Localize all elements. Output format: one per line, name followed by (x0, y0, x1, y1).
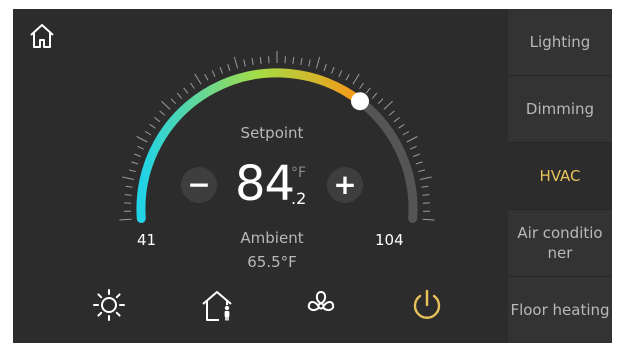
sidebar-item-label: HVAC (539, 167, 581, 185)
setpoint-decimal: .2 (291, 189, 307, 208)
home-person-icon[interactable] (197, 285, 237, 325)
ambient-value: 65.5°F (247, 253, 297, 271)
dial-tick (211, 70, 216, 78)
setpoint-knob[interactable] (351, 92, 369, 111)
plus-icon: + (333, 168, 357, 201)
dial-tick (345, 73, 350, 81)
dial-tick (323, 64, 327, 71)
dial-tick (251, 58, 254, 66)
dial-tick (422, 218, 435, 221)
setpoint-unit: °F (291, 165, 307, 181)
hvac-panel: Setpoint − 84 °F .2 + Ambient 65.5°F 41 … (13, 9, 508, 343)
dial-tick (119, 218, 132, 221)
dial-max-label: 104 (375, 231, 404, 249)
power-icon[interactable] (407, 285, 447, 325)
dial-tick (122, 176, 135, 180)
dial-tick (415, 161, 423, 165)
brightness-icon[interactable] (89, 285, 129, 325)
dial-tick (161, 100, 171, 110)
dial-tick (259, 56, 262, 64)
dial-tick (413, 153, 420, 157)
dial-tick (233, 56, 239, 69)
dial-tick (124, 194, 132, 196)
dial-tick (418, 169, 426, 173)
dial-tick (402, 130, 410, 136)
ambient-label: Ambient (240, 229, 304, 247)
dial-tick (176, 92, 183, 99)
dial-tick (136, 136, 148, 143)
dial-track-arc (355, 96, 418, 223)
dial-tick (338, 70, 343, 78)
dial-tick (352, 73, 360, 85)
setpoint-value: 84 (235, 156, 295, 212)
dial-tick (422, 194, 430, 196)
sidebar-item-dimming[interactable]: Dimming (508, 76, 612, 143)
sidebar-item-hvac[interactable]: HVAC (508, 143, 612, 210)
dial-tick (137, 145, 145, 150)
minus-icon: − (187, 168, 211, 201)
dial-tick (308, 59, 311, 67)
dial-tick (393, 117, 400, 123)
fan-icon[interactable] (301, 285, 341, 325)
dial-tick (159, 110, 166, 116)
dial-tick (383, 100, 393, 110)
dial-tick (398, 123, 405, 129)
dial-tick (419, 176, 432, 180)
dial-tick (406, 136, 418, 143)
increase-button[interactable]: + (327, 167, 363, 203)
dial-tick (125, 185, 133, 188)
dial-tick (371, 92, 378, 99)
dial-tick (388, 110, 395, 116)
dial-tick (204, 73, 209, 81)
dial-tick (134, 153, 141, 157)
decrease-button[interactable]: − (181, 167, 217, 203)
dial-tick (227, 64, 231, 71)
dial-tick (189, 82, 195, 89)
dial-tick (292, 56, 295, 64)
dial-min-label: 41 (137, 231, 157, 249)
dial-tick (144, 130, 152, 136)
sidebar-item-air-conditioner[interactable]: Air conditioner (508, 210, 612, 277)
dial-tick (409, 145, 417, 150)
dial-tick (131, 161, 139, 165)
sidebar-item-floor-heating[interactable]: Floor heating (508, 277, 612, 343)
dial-tick (183, 87, 189, 94)
dial-tick (194, 73, 202, 85)
dial-tick (300, 58, 303, 66)
setpoint-label: Setpoint (240, 124, 304, 142)
sidebar-item-label: Air conditioner (517, 224, 603, 262)
dial-tick (365, 87, 371, 94)
dial-tick (421, 185, 429, 188)
dial-tick (219, 66, 223, 74)
dial-tick (154, 117, 161, 123)
dial-tick (170, 98, 177, 105)
sidebar: Lighting Dimming HVAC Air conditioner Fl… (508, 9, 612, 343)
sidebar-item-label: Dimming (525, 100, 595, 118)
thermostat-screen: Setpoint − 84 °F .2 + Ambient 65.5°F 41 … (13, 9, 612, 343)
dial-tick (331, 66, 335, 74)
sidebar-item-label: Lighting (529, 33, 591, 51)
sidebar-item-label: Floor heating (510, 301, 610, 319)
dial-tick (315, 56, 321, 69)
dial-tick (377, 98, 384, 105)
dial-tick (359, 82, 365, 89)
dial-tick (128, 169, 136, 173)
dial-tick (149, 123, 156, 129)
dial-tick (243, 59, 246, 67)
sidebar-item-lighting[interactable]: Lighting (508, 9, 612, 76)
